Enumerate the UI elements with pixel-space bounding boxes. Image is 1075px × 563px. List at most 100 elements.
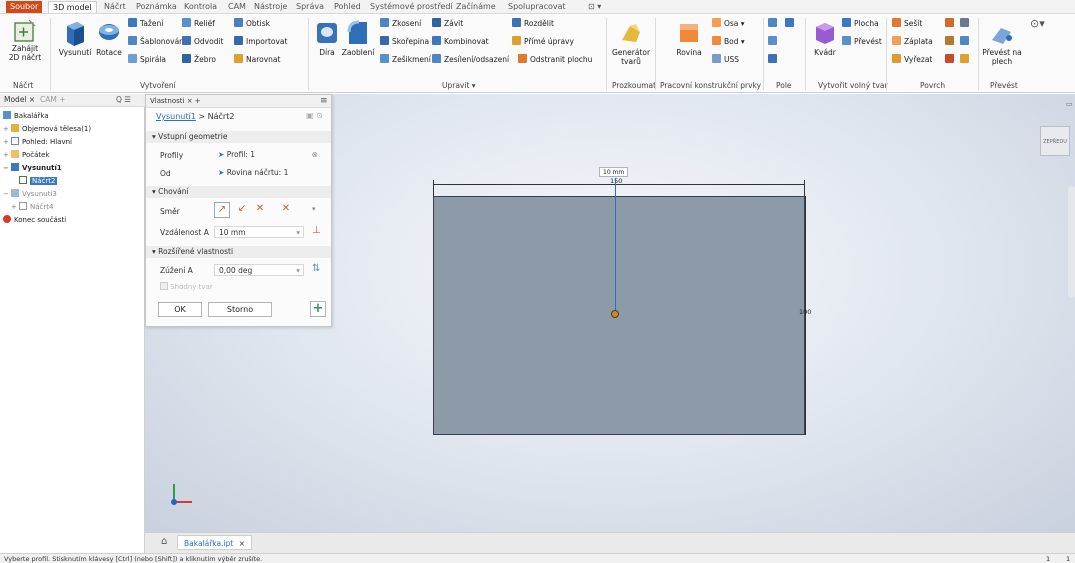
tab-get-started[interactable]: Začínáme [452, 1, 500, 13]
shell-button[interactable]: Skořepina [380, 36, 429, 48]
direction-default-button[interactable]: ↗ [214, 202, 230, 218]
split-button[interactable]: Rozdělit [512, 18, 554, 30]
coil-button[interactable]: Spirála [128, 54, 166, 66]
dropdown-arrow-icon[interactable]: ▾ [296, 227, 300, 239]
sweep-button[interactable]: Tažení [128, 18, 163, 30]
tab-collaborate[interactable]: Spolupracovat [504, 1, 570, 13]
tab-sketch[interactable]: Náčrt [100, 1, 130, 13]
extrude-distance-tag[interactable]: 10 mm [599, 167, 629, 177]
section-behavior[interactable]: ▾ Chování [146, 186, 331, 198]
thicken-button[interactable]: Zesílení/odsazení [432, 54, 509, 66]
from-selector[interactable]: ➤ Rovina náčrtu: 1 [214, 167, 322, 179]
tab-view[interactable]: Pohled [330, 1, 365, 13]
menu-extra-dropdown[interactable]: ⊡ ▾ [584, 1, 605, 13]
combine-button[interactable]: Kombinovat [432, 36, 489, 48]
distance-mode-icon[interactable]: ⊥ [312, 225, 321, 236]
decal-button[interactable]: Obtisk [234, 18, 270, 30]
tab-inspect[interactable]: Kontrola [180, 1, 221, 13]
section-advanced[interactable]: ▾ Rozšířené vlastnosti [146, 246, 331, 258]
direction-flipped-button[interactable]: ↙ [234, 202, 250, 218]
ribbon-options-icon[interactable]: ⊙▾ [1030, 18, 1045, 30]
match-shape-checkbox[interactable]: Shodný tvar [160, 282, 213, 291]
delete-face-button[interactable]: Odstranit plochu [518, 54, 592, 66]
tab-tools[interactable]: Nástroje [250, 1, 291, 13]
tree-item-sketch2[interactable]: Náčrt2 [19, 176, 58, 187]
home-icon[interactable]: ⌂ [161, 536, 167, 547]
taper-direction-icon[interactable]: ⇅ [312, 263, 320, 274]
ucs-button[interactable]: USS [712, 54, 739, 66]
trim-button[interactable]: Vyřezat [892, 54, 932, 66]
axis-button[interactable]: Osa ▾ [712, 18, 745, 30]
freeform-box-button[interactable]: Kvádr [810, 18, 840, 57]
hole-button[interactable]: Díra [312, 18, 342, 57]
loft-button[interactable]: Šablonování [128, 36, 186, 48]
thicken-surface-button[interactable] [960, 18, 972, 30]
sketch-profile[interactable] [433, 196, 805, 435]
direction-asymmetric-button[interactable]: ✕ [278, 202, 294, 218]
tree-item-view[interactable]: + Pohled: Hlavní [3, 137, 72, 148]
rib-button[interactable]: Žebro [182, 54, 216, 66]
derive-button[interactable]: Odvodit [182, 36, 223, 48]
ok-button[interactable]: OK [158, 302, 202, 317]
panel-title-modify[interactable]: Upravit ▾ [442, 81, 476, 90]
chamfer-button[interactable]: Zkosení [380, 18, 421, 30]
freeform-face-button[interactable]: Plocha [842, 18, 879, 30]
shape-generator-button[interactable]: Generátor tvarů [610, 18, 652, 66]
draft-button[interactable]: Zešikmení [380, 54, 431, 66]
tree-item-sketch4[interactable]: + Náčrt4 [11, 202, 53, 213]
search-icon[interactable]: Q ☰ [116, 95, 131, 104]
cancel-button[interactable]: Storno [208, 302, 272, 317]
close-icon[interactable]: × [239, 539, 245, 548]
height-dimension-value[interactable]: 100 [799, 308, 811, 316]
emboss-button[interactable]: Reliéf [182, 18, 215, 30]
start-2d-sketch-button[interactable]: Zahájit 2D náčrt [4, 18, 46, 62]
navigation-bar[interactable] [1068, 186, 1075, 298]
dropdown-arrow-icon[interactable]: ▾ [296, 265, 300, 277]
replace-face-button[interactable] [960, 36, 972, 48]
section-input-geometry[interactable]: ▾ Vstupní geometrie [146, 131, 331, 143]
fillet-button[interactable]: Zaoblení [340, 18, 376, 57]
direction-symmetric-button[interactable]: ✕ [252, 202, 268, 218]
point-button[interactable]: Bod ▾ [712, 36, 745, 48]
revolve-button[interactable]: Rotace [94, 18, 124, 57]
tab-manage[interactable]: Správa [292, 1, 328, 13]
breadcrumb-feature[interactable]: Vysunutí1 [156, 112, 196, 121]
properties-tab[interactable]: Vlastnosti × + [150, 97, 201, 105]
tree-item-solid-bodies[interactable]: + Objemová tělesa(1) [3, 124, 91, 135]
freeform-convert-button[interactable]: Převést [842, 36, 882, 48]
tab-3d-model[interactable]: 3D model [48, 1, 97, 13]
browser-tab-cam[interactable]: CAM + [40, 95, 66, 104]
convert-to-sheet-metal-button[interactable]: Převést na plech [982, 18, 1022, 66]
patch-button[interactable]: Záplata [892, 36, 933, 48]
profile-center-point[interactable] [611, 310, 619, 318]
view-cube[interactable]: ZEPŘEDU [1040, 126, 1070, 156]
taper-input[interactable]: 0,00 deg ▾ [214, 264, 304, 276]
tab-file[interactable]: Soubor [6, 1, 43, 13]
tree-item-end-of-part[interactable]: Konec součásti [3, 215, 66, 226]
repair-button[interactable] [945, 54, 957, 66]
stitch-button[interactable]: Sešít [892, 18, 922, 30]
tab-cam[interactable]: CAM [224, 1, 250, 13]
tree-item-origin[interactable]: + Počátek [3, 150, 50, 161]
tab-environments[interactable]: Systémové prostředí [366, 1, 457, 13]
extrude-button[interactable]: Vysunutí [55, 18, 95, 57]
preset-icons[interactable]: ▣ ⊙ [306, 111, 323, 120]
clear-icon[interactable]: ⊗ [312, 149, 318, 161]
properties-menu-icon[interactable]: ≡ [320, 96, 328, 106]
tree-item-extrusion3[interactable]: − Vysunutí3 [3, 189, 57, 200]
apply-plus-button[interactable]: + [310, 301, 326, 317]
profiles-selector[interactable]: ➤ Profil: 1 ⊗ [214, 149, 322, 161]
sketch-pattern-button[interactable] [768, 54, 780, 66]
ruled-surface-button[interactable] [945, 36, 957, 48]
viewport-menu-icon[interactable]: ▭ [1066, 100, 1073, 108]
rect-pattern-button[interactable] [768, 18, 780, 30]
tree-item-extrusion1[interactable]: − Vysunutí1 [3, 163, 62, 174]
browser-tab-model[interactable]: Model × [4, 95, 35, 104]
extend-button[interactable] [945, 18, 957, 30]
extrude-direction-arrow[interactable] [615, 178, 616, 314]
tab-annotate[interactable]: Poznámka [132, 1, 181, 13]
tree-root[interactable]: Bakalářka [3, 111, 49, 122]
circ-pattern-button[interactable] [768, 36, 780, 48]
unwrap-button[interactable]: Narovnat [234, 54, 280, 66]
distance-input[interactable]: 10 mm ▾ [214, 226, 304, 238]
